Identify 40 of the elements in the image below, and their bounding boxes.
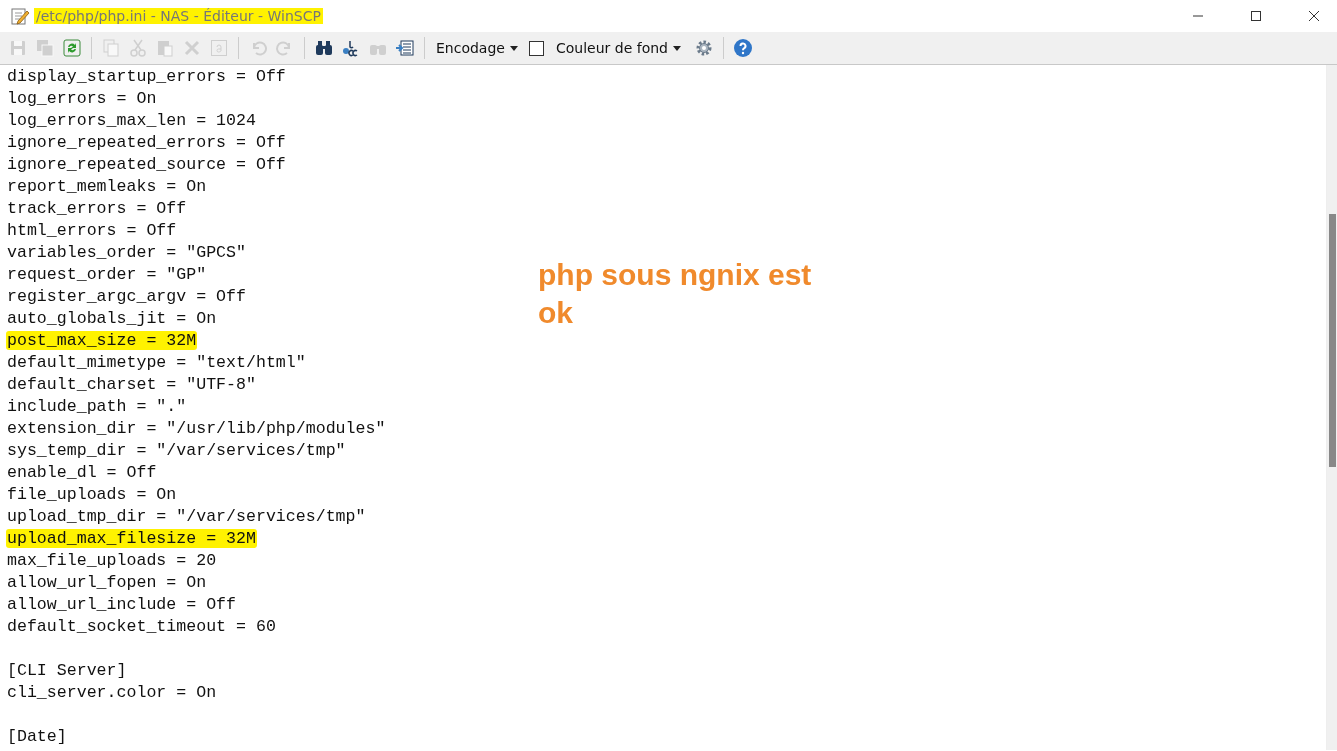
code-line: enable_dl = Off [6, 463, 158, 482]
code-line: [CLI Server] [6, 661, 128, 680]
code-line: [Date] [6, 727, 68, 746]
code-line: track_errors = Off [6, 199, 188, 218]
code-line: default_mimetype = "text/html" [6, 353, 307, 372]
notepad-pencil-icon [10, 6, 30, 26]
code-line: request_order = "GP" [6, 265, 208, 284]
code-line: display_startup_errors = Off [6, 67, 287, 86]
scrollbar-thumb[interactable] [1329, 214, 1336, 467]
close-icon [1308, 10, 1320, 22]
code-line: upload_tmp_dir = "/var/services/tmp" [6, 507, 367, 526]
code-line: variables_order = "GPCS" [6, 243, 247, 262]
code-line: file_uploads = On [6, 485, 178, 504]
background-color-dropdown[interactable]: Couleur de fond [551, 38, 685, 58]
code-line: include_path = "." [6, 397, 188, 416]
code-line: auto_globals_jit = On [6, 309, 218, 328]
code-line: allow_url_fopen = On [6, 573, 208, 592]
code-line: allow_url_include = Off [6, 595, 238, 614]
caret-icon [509, 45, 518, 51]
code-line: cli_server.color = On [6, 683, 218, 702]
code-line: html_errors = Off [6, 221, 178, 240]
code-line: register_argc_argv = Off [6, 287, 247, 306]
reload-icon[interactable] [60, 36, 84, 60]
code-line: log_errors = On [6, 89, 158, 108]
code-line: sys_temp_dir = "/var/services/tmp" [6, 441, 347, 460]
code-line: max_file_uploads = 20 [6, 551, 218, 570]
checkbox[interactable] [528, 40, 544, 56]
window-title: /etc/php/php.ini - NAS - Éditeur - WinSCP [34, 8, 323, 24]
scrollbar[interactable] [1326, 65, 1337, 750]
code-line: report_memleaks = On [6, 177, 208, 196]
code-line: ignore_repeated_errors = Off [6, 133, 287, 152]
code-line: default_socket_timeout = 60 [6, 617, 277, 636]
code-line: log_errors_max_len = 1024 [6, 111, 257, 130]
caret-icon [672, 45, 681, 51]
annotation-text: php sous ngnix est ok [538, 257, 813, 331]
maximize-icon [1250, 10, 1262, 22]
code-line: default_charset = "UTF-8" [6, 375, 257, 394]
code-line: extension_dir = "/usr/lib/php/modules" [6, 419, 387, 438]
encoding-dropdown[interactable]: Encodage [432, 38, 522, 58]
code-line: ignore_repeated_source = Off [6, 155, 287, 174]
